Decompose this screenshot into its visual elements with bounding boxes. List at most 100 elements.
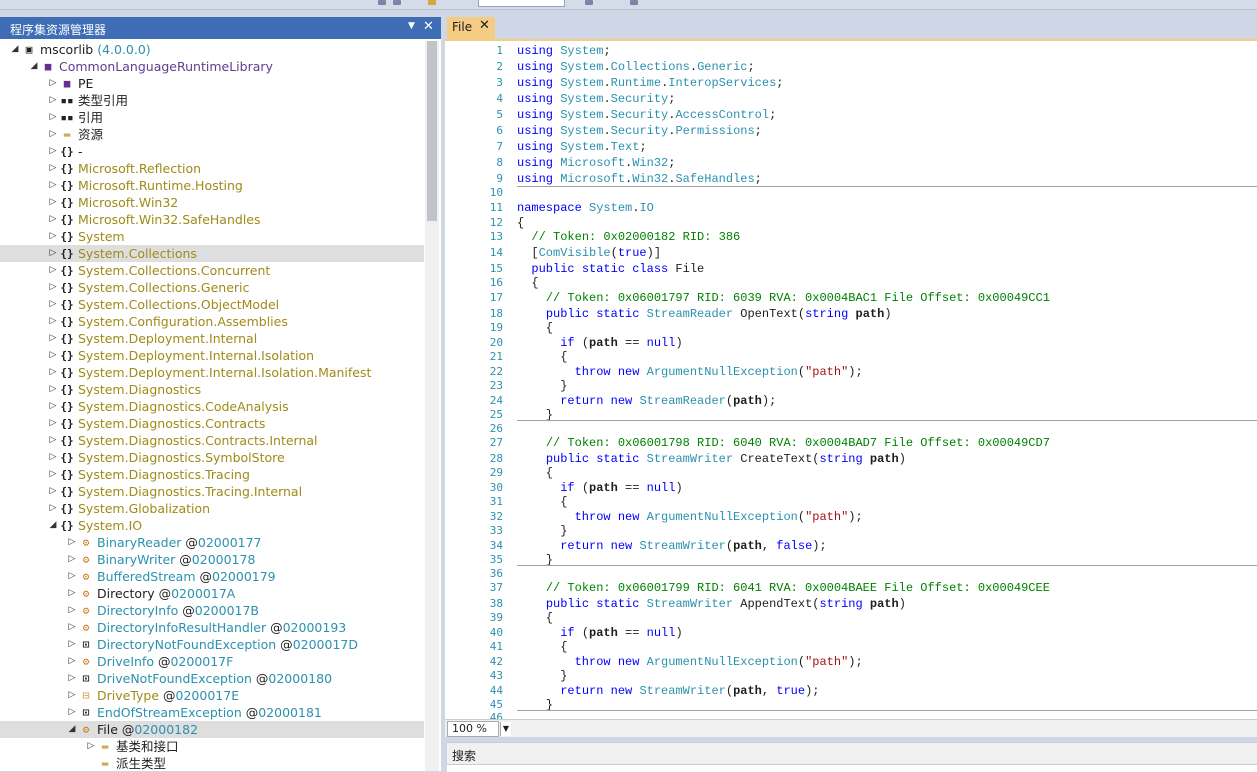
tree-node[interactable]: ◢ ⚙ File @02000182 (0, 721, 424, 738)
expand-arrow-icon[interactable]: ▷ (67, 687, 77, 704)
back-icon[interactable] (585, 0, 593, 5)
expand-arrow-icon[interactable]: ▷ (48, 160, 58, 177)
expand-arrow-icon[interactable]: ▷ (67, 551, 77, 568)
tree-node[interactable]: ▷ ▪▪ 引用 (0, 109, 424, 126)
tree-scrollbar[interactable] (425, 41, 439, 771)
tree-node[interactable]: ▷{} System (0, 228, 424, 245)
tree-node[interactable]: ▷ ▬ 资源 (0, 126, 424, 143)
expand-arrow-icon[interactable]: ▷ (48, 177, 58, 194)
expand-arrow-icon[interactable]: ▷ (67, 619, 77, 636)
assembly-tree[interactable]: ◢ ▣ mscorlib (4.0.0.0) ◢ ■ CommonLanguageRunt… (0, 41, 424, 771)
tree-node[interactable]: ▷{} System.Diagnostics.SymbolStore (0, 449, 424, 466)
chevron-down-icon[interactable]: ▼ (500, 722, 511, 736)
expand-arrow-icon[interactable]: ▷ (48, 449, 58, 466)
expand-arrow-icon[interactable]: ▷ (48, 415, 58, 432)
expand-arrow-icon[interactable]: ▷ (48, 92, 58, 109)
expand-arrow-icon[interactable]: ▷ (67, 585, 77, 602)
tree-node[interactable]: ▷{} System.Diagnostics.Tracing.Internal (0, 483, 424, 500)
expand-arrow-icon[interactable]: ▷ (48, 330, 58, 347)
close-icon[interactable]: ✕ (479, 18, 490, 33)
tree-node[interactable]: ▷{} System.Collections.Concurrent (0, 262, 424, 279)
tree-node[interactable]: ◢{} System.IO (0, 517, 424, 534)
collapse-arrow-icon[interactable]: ◢ (29, 58, 39, 75)
zoom-combo[interactable]: 100 % ▼ (447, 721, 511, 737)
expand-arrow-icon[interactable]: ▷ (48, 279, 58, 296)
tree-node[interactable]: ▷ ⚙ DirectoryInfo @0200017B (0, 602, 424, 619)
tree-node[interactable]: ▷ ⚙ DirectoryInfoResultHandler @02000193 (0, 619, 424, 636)
expand-arrow-icon[interactable]: ▷ (67, 704, 77, 721)
collapse-arrow-icon[interactable]: ◢ (67, 721, 77, 738)
chevron-down-icon[interactable]: ▼ (408, 21, 415, 31)
close-icon[interactable]: ✕ (423, 19, 434, 34)
expand-arrow-icon[interactable]: ▷ (48, 432, 58, 449)
tree-node[interactable]: ▷{} Microsoft.Win32 (0, 194, 424, 211)
code-area[interactable]: using System; using System.Collections.Ge… (517, 41, 1257, 721)
expand-arrow-icon[interactable]: ▷ (48, 262, 58, 279)
tree-node[interactable]: ▷ ▪▪ 类型引用 (0, 92, 424, 109)
expand-arrow-icon[interactable]: ▷ (67, 568, 77, 585)
expand-arrow-icon[interactable]: ▷ (48, 313, 58, 330)
tree-node[interactable]: ▷ ⊡ DriveNotFoundException @02000180 (0, 670, 424, 687)
expand-arrow-icon[interactable]: ▷ (48, 483, 58, 500)
tree-node[interactable]: ▷{} System.Collections.ObjectModel (0, 296, 424, 313)
expand-arrow-icon[interactable]: ▷ (48, 228, 58, 245)
tree-node[interactable]: ▷{} System.Diagnostics (0, 381, 424, 398)
tree-node[interactable]: ▷ ⚙ BufferedStream @02000179 (0, 568, 424, 585)
collapse-arrow-icon[interactable]: ◢ (48, 517, 58, 534)
tree-node[interactable]: ▷{} - (0, 143, 424, 160)
expand-arrow-icon[interactable]: ▷ (48, 211, 58, 228)
forward-icon[interactable] (630, 0, 638, 5)
tree-node[interactable]: ▷{} System.Deployment.Internal.Isolation (0, 347, 424, 364)
tree-node[interactable]: ▷{} System.Collections (0, 245, 424, 262)
expand-arrow-icon[interactable]: ▷ (48, 398, 58, 415)
expand-arrow-icon[interactable]: ▷ (48, 364, 58, 381)
tree-node[interactable]: ▷{} System.Diagnostics.Contracts (0, 415, 424, 432)
tree-node[interactable]: ▷{} Microsoft.Win32.SafeHandles (0, 211, 424, 228)
expand-arrow-icon[interactable]: ▷ (48, 75, 58, 92)
tab-file[interactable]: File ✕ (447, 17, 495, 39)
tree-node[interactable]: ▷ ▬ 基类和接口 (0, 738, 424, 755)
tree-node[interactable]: ▷{} System.Deployment.Internal.Isolation.… (0, 364, 424, 381)
expand-arrow-icon[interactable]: ▷ (48, 347, 58, 364)
tree-node[interactable]: ▷{} System.Collections.Generic (0, 279, 424, 296)
expand-arrow-icon[interactable]: ▷ (67, 653, 77, 670)
expand-arrow-icon[interactable]: ▷ (48, 381, 58, 398)
tree-node[interactable]: ▷ ⚙ BinaryWriter @02000178 (0, 551, 424, 568)
stop-icon[interactable] (393, 0, 401, 5)
tree-node[interactable]: ▷{} System.Globalization (0, 500, 424, 517)
toolbar-combo[interactable] (478, 0, 565, 7)
tree-node[interactable]: ◢ ▣ mscorlib (4.0.0.0) (0, 41, 424, 58)
tree-node[interactable]: ▷ ⚙ DriveInfo @0200017F (0, 653, 424, 670)
expand-arrow-icon[interactable]: ▷ (48, 143, 58, 160)
tree-node[interactable]: ▬ 派生类型 (0, 755, 424, 771)
tree-node[interactable]: ▷{} System.Diagnostics.Contracts.Internal (0, 432, 424, 449)
tree-node[interactable]: ▷ ⚙ BinaryReader @02000177 (0, 534, 424, 551)
open-icon[interactable] (428, 0, 436, 5)
expand-arrow-icon[interactable]: ▷ (67, 602, 77, 619)
expand-arrow-icon[interactable]: ▷ (48, 109, 58, 126)
tree-node[interactable]: ▷ ⊡ DirectoryNotFoundException @0200017D (0, 636, 424, 653)
code-editor[interactable]: 1 2 3 4 5 6 7 8 9 10 11 12 13 14 15 16 17 18 19 20 21 22 23 24 2… (445, 39, 1257, 724)
expand-arrow-icon[interactable]: ▷ (67, 670, 77, 687)
tree-node[interactable]: ▷{} System.Deployment.Internal (0, 330, 424, 347)
expand-arrow-icon[interactable]: ▷ (48, 466, 58, 483)
expand-arrow-icon[interactable]: ▷ (67, 534, 77, 551)
collapse-arrow-icon[interactable]: ◢ (10, 41, 20, 58)
tree-node[interactable]: ▷{} Microsoft.Runtime.Hosting (0, 177, 424, 194)
tree-node[interactable]: ▷ ■ PE (0, 75, 424, 92)
tree-node[interactable]: ▷ ⚙ Directory @0200017A (0, 585, 424, 602)
expand-arrow-icon[interactable]: ▷ (48, 245, 58, 262)
expand-arrow-icon[interactable]: ▷ (48, 194, 58, 211)
tree-node[interactable]: ▷ ⊟ DriveType @0200017E (0, 687, 424, 704)
tree-node[interactable]: ◢ ■ CommonLanguageRuntimeLibrary (0, 58, 424, 75)
expand-arrow-icon[interactable]: ▷ (48, 296, 58, 313)
expand-arrow-icon[interactable]: ▷ (48, 126, 58, 143)
expand-arrow-icon[interactable]: ▷ (86, 738, 96, 755)
refresh-icon[interactable] (378, 0, 386, 5)
expand-arrow-icon[interactable]: ▷ (48, 500, 58, 517)
tree-node[interactable]: ▷ ⊡ EndOfStreamException @02000181 (0, 704, 424, 721)
tree-node[interactable]: ▷{} System.Configuration.Assemblies (0, 313, 424, 330)
tree-node[interactable]: ▷{} Microsoft.Reflection (0, 160, 424, 177)
scrollbar-thumb[interactable] (427, 41, 437, 221)
expand-arrow-icon[interactable]: ▷ (67, 636, 77, 653)
